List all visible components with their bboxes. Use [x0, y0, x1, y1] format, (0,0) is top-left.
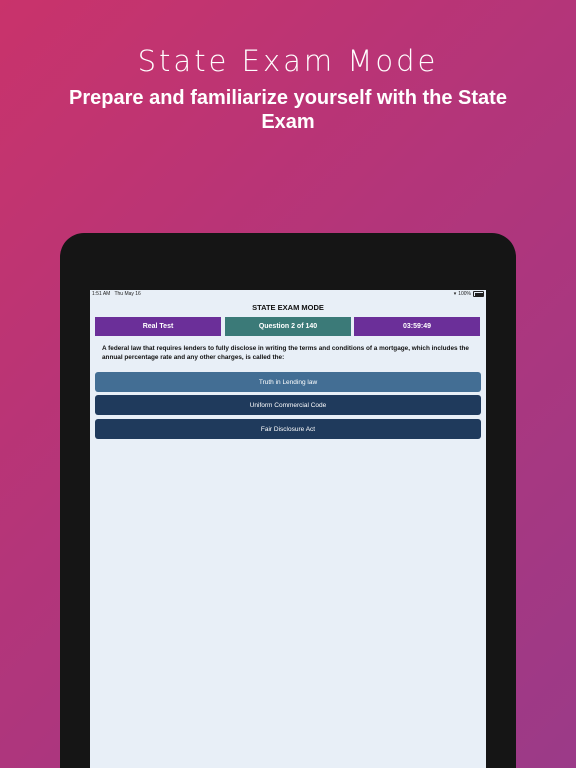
test-mode-badge: Real Test	[95, 317, 221, 336]
battery-percent: 100%	[458, 291, 471, 297]
status-bar: 1:51 AM Thu May 16 ▾ 100%	[90, 290, 486, 298]
tablet-screen: 1:51 AM Thu May 16 ▾ 100% STATE EXAM MOD…	[90, 290, 486, 768]
answer-option-1[interactable]: Truth in Lending law	[95, 372, 481, 392]
wifi-icon: ▾	[453, 290, 457, 297]
status-time-date: 1:51 AM Thu May 16	[92, 291, 141, 297]
promo-subheadline: Prepare and familiarize yourself with th…	[69, 87, 507, 133]
question-progress-badge: Question 2 of 140	[225, 317, 351, 336]
battery-icon	[473, 291, 484, 297]
promo-headline: State Exam Mode	[137, 44, 439, 78]
question-text: A federal law that requires lenders to f…	[102, 345, 469, 361]
status-indicators: ▾ 100%	[454, 291, 484, 297]
timer-badge: 03:59:49	[354, 317, 480, 336]
status-time: 1:51 AM	[92, 291, 111, 297]
status-date: Thu May 16	[114, 291, 141, 297]
answer-option-3[interactable]: Fair Disclosure Act	[95, 419, 481, 439]
answer-option-2[interactable]: Uniform Commercial Code	[95, 395, 481, 415]
screen-title: STATE EXAM MODE	[252, 303, 324, 312]
